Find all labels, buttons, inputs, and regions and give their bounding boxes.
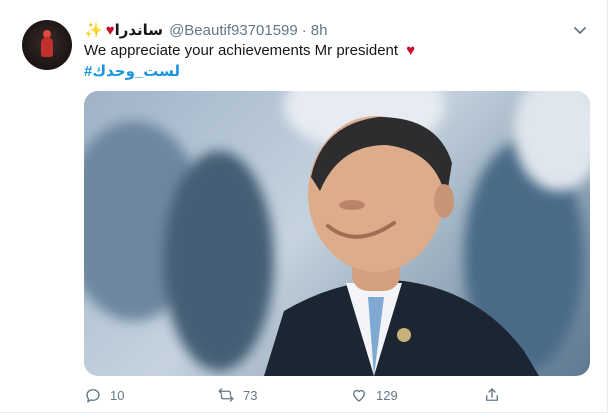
retweet-count: 73 xyxy=(243,387,258,403)
heart-emoji-icon: ♥ xyxy=(406,42,416,59)
tweet-card[interactable]: ✨ ♥ ساندرا @Beautif93701599 · 8h We appr… xyxy=(0,0,608,413)
separator-dot: · xyxy=(301,21,307,39)
user-handle[interactable]: @Beautif93701599 xyxy=(169,22,298,39)
sparkle-emoji-icon: ✨ xyxy=(84,22,103,39)
main-subject-figure xyxy=(264,116,539,376)
tweet-text-body: We appreciate your achievements Mr presi… xyxy=(84,42,399,59)
tweet-text: We appreciate your achievements Mr presi… xyxy=(84,41,415,61)
chevron-down-icon[interactable] xyxy=(573,23,587,34)
share-button[interactable] xyxy=(483,386,501,404)
tweet-actions: 10 73 129 xyxy=(84,384,501,406)
avatar[interactable] xyxy=(22,20,72,70)
hashtag-link[interactable]: #لست_وحدك xyxy=(84,62,180,82)
tweet-header: ✨ ♥ ساندرا @Beautif93701599 · 8h xyxy=(84,19,327,41)
avatar-figure xyxy=(40,30,54,58)
retweet-button[interactable]: 73 xyxy=(217,386,350,404)
like-count: 129 xyxy=(376,387,398,403)
like-icon xyxy=(353,389,365,402)
reply-count: 10 xyxy=(110,387,125,403)
reply-icon xyxy=(86,389,100,403)
retweet-icon xyxy=(218,388,234,402)
display-name[interactable]: ساندرا xyxy=(115,21,163,39)
tweet-photo[interactable] xyxy=(84,91,590,376)
like-button[interactable]: 129 xyxy=(350,386,483,404)
tweet-timestamp[interactable]: 8h xyxy=(311,22,328,39)
reply-button[interactable]: 10 xyxy=(84,386,217,404)
share-icon xyxy=(486,388,498,401)
heart-emoji-icon: ♥ xyxy=(105,21,115,39)
